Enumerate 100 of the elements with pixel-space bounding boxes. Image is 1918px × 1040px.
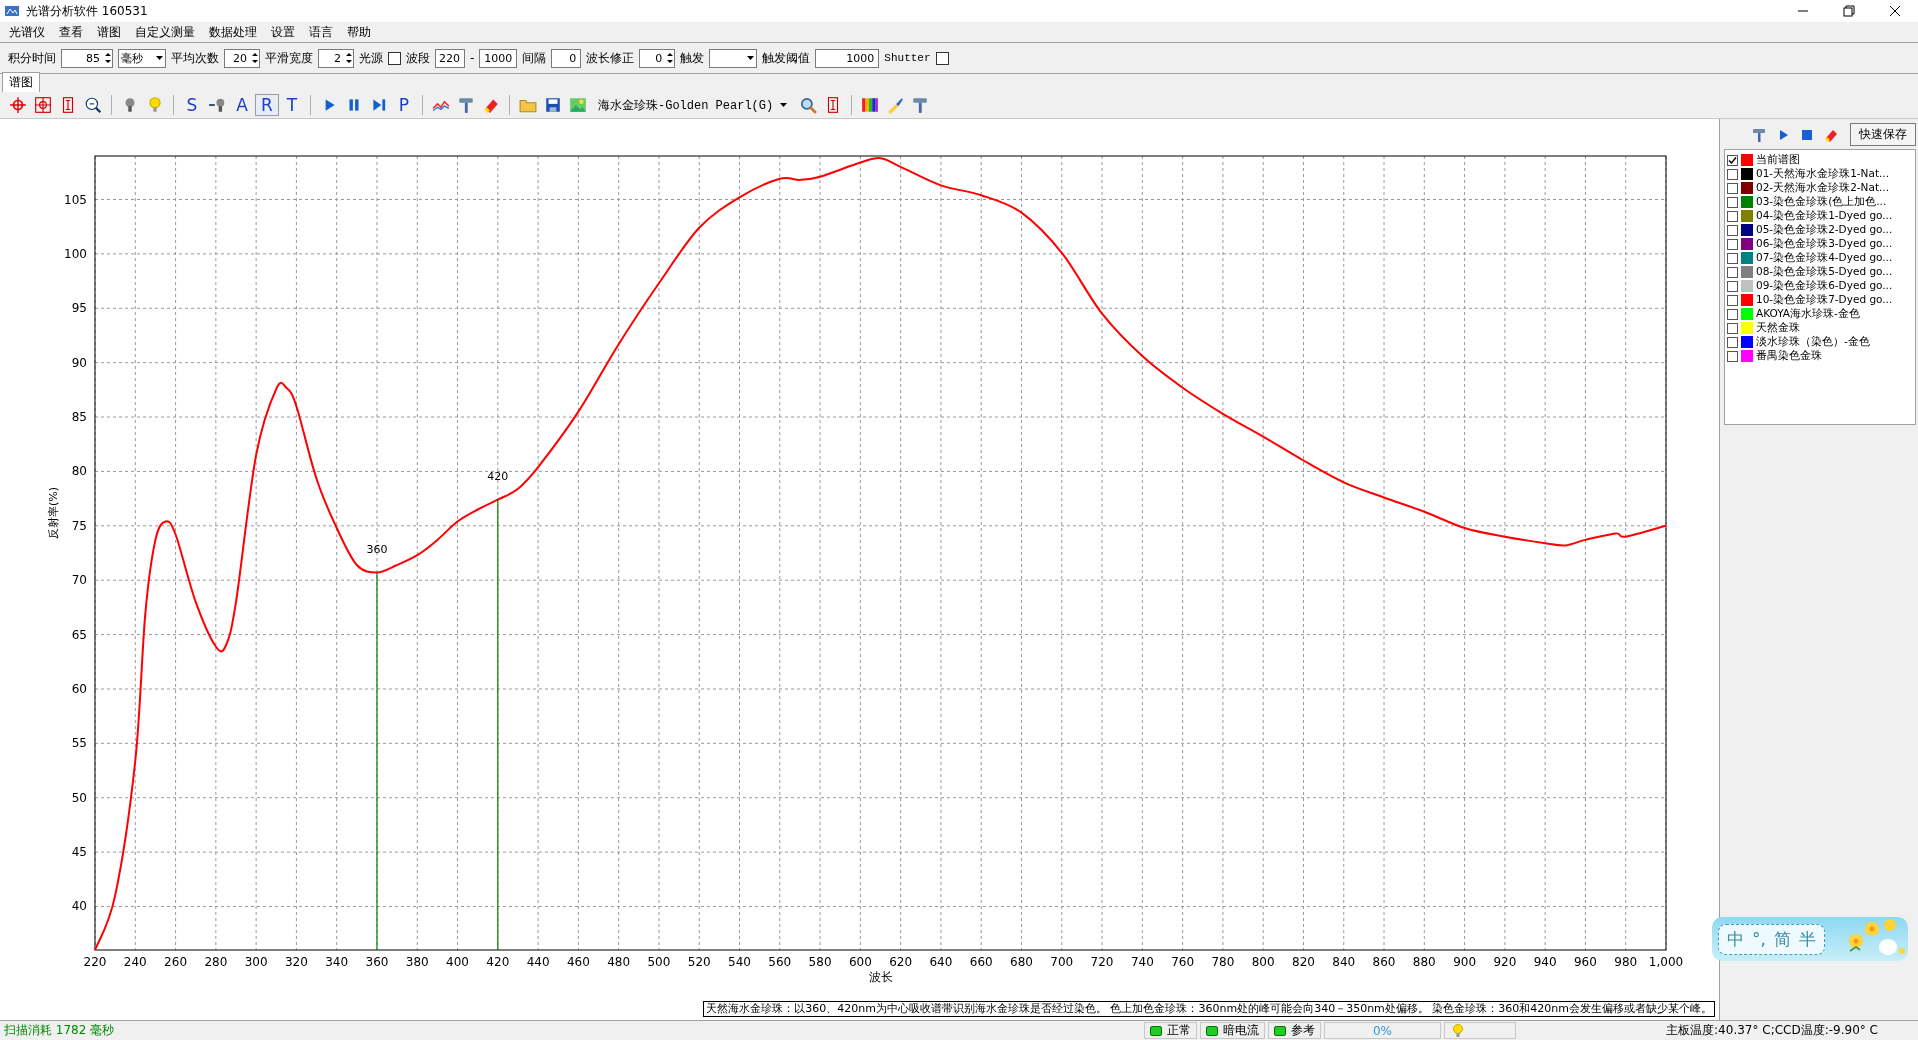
spin-arrows-icon[interactable] <box>104 51 112 65</box>
crosshair-icon[interactable] <box>9 96 27 114</box>
legend-label[interactable]: 08-染色金珍珠5-Dyed go... <box>1756 265 1893 279</box>
toolbar-button[interactable]: T <box>280 94 304 116</box>
legend-label[interactable]: 10-染色金珍珠7-Dyed go... <box>1756 293 1893 307</box>
legend-label[interactable]: 当前谱图 <box>1756 153 1800 167</box>
legend-label[interactable]: 06-染色金珍珠3-Dyed go... <box>1756 237 1893 251</box>
ime-button[interactable]: 半 <box>1798 927 1816 951</box>
ime-button[interactable]: °, <box>1752 929 1766 949</box>
brush-icon[interactable] <box>886 96 905 114</box>
toolbar-button[interactable]: P <box>392 94 416 116</box>
checkbox[interactable] <box>1727 266 1738 278</box>
x-tick-label: 360 <box>365 955 389 969</box>
hammer-icon[interactable] <box>457 96 475 114</box>
status-text: 扫描消耗 1782 毫秒 <box>3 1022 116 1039</box>
spectrum-dropdown[interactable]: 海水金珍珠-Golden Pearl(G) <box>591 95 796 115</box>
checkbox[interactable] <box>1727 252 1738 264</box>
legend-label[interactable]: 淡水珍珠（染色）-金色 <box>1756 335 1870 349</box>
checkbox[interactable] <box>1727 196 1738 208</box>
menu-item[interactable]: 自定义测量 <box>128 23 202 41</box>
legend-label[interactable]: 03-染色金珍珠(色上加色... <box>1756 195 1887 209</box>
field-label: 积分时间 <box>8 49 56 67</box>
grid-icon[interactable] <box>34 96 52 114</box>
ime-toolbar[interactable]: 中 °, 简 半 <box>1718 923 1825 955</box>
hammer-icon[interactable] <box>1751 126 1767 143</box>
status-label: 暗电流 <box>1223 1022 1259 1039</box>
x-tick-label: 680 <box>1010 955 1033 969</box>
legend-label[interactable]: 02-天然海水金珍珠2-Nat... <box>1756 181 1890 195</box>
legend-label[interactable]: 07-染色金珍珠4-Dyed go... <box>1756 251 1893 265</box>
checkbox[interactable] <box>1727 294 1738 306</box>
checkbox[interactable] <box>1727 168 1738 180</box>
checkbox[interactable] <box>1727 182 1738 194</box>
legend-label[interactable]: AKOYA海水珍珠-金色 <box>1756 307 1860 321</box>
toolbar-button[interactable]: A <box>230 94 254 116</box>
save-icon[interactable] <box>544 96 562 114</box>
tab[interactable]: 谱图 <box>2 72 40 92</box>
x-tick-label: 240 <box>123 955 147 969</box>
x-tick-label: 300 <box>244 955 268 969</box>
checkbox[interactable] <box>1727 154 1738 166</box>
y-tick-label: 65 <box>71 627 87 642</box>
step-icon[interactable] <box>370 96 388 114</box>
x-tick-label: 960 <box>1574 955 1597 969</box>
x-tick-label: 340 <box>325 955 349 969</box>
restore-icon[interactable] <box>1841 3 1857 19</box>
dropdown[interactable]: 毫秒 <box>118 48 166 68</box>
zoom-icon[interactable] <box>84 96 102 114</box>
close-icon[interactable] <box>1887 3 1903 19</box>
quick-save-button[interactable]: 快速保存 <box>1850 123 1916 146</box>
checkbox[interactable] <box>1727 238 1738 250</box>
menu-item[interactable]: 帮助 <box>340 23 378 41</box>
checkbox[interactable] <box>1727 224 1738 236</box>
ime-button[interactable]: 简 <box>1773 927 1791 951</box>
legend-label[interactable]: 01-天然海水金珍珠1-Nat... <box>1756 167 1890 181</box>
search-icon[interactable] <box>799 96 818 114</box>
checkbox[interactable] <box>1727 350 1738 362</box>
dropdown[interactable] <box>709 48 758 68</box>
spin-arrows-icon[interactable] <box>251 51 259 65</box>
checkbox[interactable] <box>1727 322 1738 334</box>
x-tick-label: 380 <box>405 955 429 969</box>
ime-button[interactable]: 中 <box>1727 927 1744 951</box>
caret-icon[interactable] <box>746 54 757 62</box>
x-tick-label: 460 <box>566 955 590 969</box>
legend-label[interactable]: 天然金珠 <box>1756 321 1800 335</box>
legend-label[interactable]: 05-染色金珍珠2-Dyed go... <box>1756 223 1893 237</box>
spin-field[interactable]: 2 <box>318 48 354 68</box>
legend-label[interactable]: 04-染色金珍珠1-Dyed go... <box>1756 209 1893 223</box>
spin-field[interactable]: 85 <box>61 48 113 68</box>
spin-field[interactable]: 0 <box>639 48 676 68</box>
menu-item[interactable]: 光谱仪 <box>2 23 52 41</box>
checkbox[interactable] <box>1727 336 1738 348</box>
checkbox[interactable] <box>1727 210 1738 222</box>
menu-item[interactable]: 谱图 <box>90 23 128 41</box>
menu-item[interactable]: 设置 <box>264 23 302 41</box>
spin-field[interactable]: 20 <box>224 48 260 68</box>
input-field[interactable]: 1000 <box>479 48 518 68</box>
spin-arrows-icon[interactable] <box>666 51 675 65</box>
legend-label[interactable]: 09-染色金珍珠6-Dyed go... <box>1756 279 1893 293</box>
checkbox[interactable] <box>1727 280 1738 292</box>
menu-item[interactable]: 语言 <box>302 23 340 41</box>
pin-icon[interactable] <box>208 96 226 114</box>
legend-label[interactable]: 番禺染色金珠 <box>1756 349 1822 363</box>
input-field[interactable]: 220 <box>435 48 465 68</box>
menu-item[interactable]: 查看 <box>52 23 90 41</box>
menu-item[interactable]: 数据处理 <box>202 23 264 41</box>
caret-icon[interactable] <box>155 54 165 62</box>
checkbox[interactable] <box>1727 308 1738 320</box>
input-field[interactable]: 1000 <box>815 48 880 68</box>
checkbox[interactable] <box>388 51 401 65</box>
toolbar-button[interactable]: S <box>180 94 204 116</box>
toolbar-button[interactable]: R <box>255 94 279 116</box>
hammer-icon[interactable] <box>911 96 930 114</box>
caret-icon[interactable] <box>779 101 789 109</box>
x-tick-label: 640 <box>929 955 953 969</box>
input-field[interactable]: 0 <box>551 48 582 68</box>
checkbox[interactable] <box>935 51 949 65</box>
image-icon[interactable] <box>569 96 587 114</box>
field-label: 波段 <box>406 49 430 67</box>
x-tick-label: 260 <box>164 955 187 969</box>
color-bars-icon[interactable] <box>861 96 880 114</box>
spin-arrows-icon[interactable] <box>345 51 353 65</box>
